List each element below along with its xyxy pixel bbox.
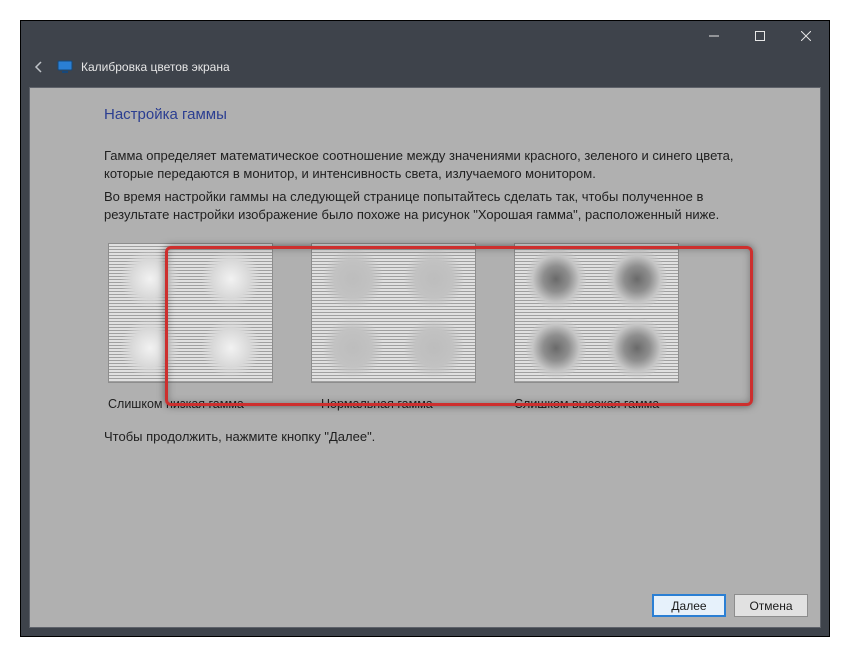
window-title: Калибровка цветов экрана [81,60,230,74]
content-panel: Настройка гаммы Гамма определяет математ… [29,87,821,628]
body-text: Гамма определяет математическое соотноше… [104,147,746,229]
continue-text: Чтобы продолжить, нажмите кнопку "Далее"… [104,429,746,444]
next-button[interactable]: Далее [652,594,726,617]
footer-buttons: Далее Отмена [652,594,808,617]
header-bar: Калибровка цветов экрана [21,51,829,83]
sample-normal-gamma [311,243,476,383]
close-button[interactable] [783,21,829,51]
minimize-button[interactable] [691,21,737,51]
cancel-button[interactable]: Отмена [734,594,808,617]
labels-row: Слишком низкая гамма Нормальная гамма Сл… [104,397,746,411]
page-title: Настройка гаммы [104,106,746,123]
sample-normal-image [311,243,476,383]
sample-high-gamma [514,243,679,383]
paragraph-1: Гамма определяет математическое соотноше… [104,147,746,182]
sample-high-image [514,243,679,383]
label-high-gamma: Слишком высокая гамма [514,397,679,411]
maximize-button[interactable] [737,21,783,51]
label-normal-gamma: Нормальная гамма [311,397,476,411]
paragraph-2: Во время настройки гаммы на следующей ст… [104,188,746,223]
back-icon[interactable] [29,57,49,77]
titlebar [21,21,829,51]
label-low-gamma: Слишком низкая гамма [108,397,273,411]
monitor-icon [57,59,73,75]
sample-low-image [108,243,273,383]
samples-row [104,243,746,383]
sample-low-gamma [108,243,273,383]
window-frame: Калибровка цветов экрана Настройка гаммы… [20,20,830,637]
